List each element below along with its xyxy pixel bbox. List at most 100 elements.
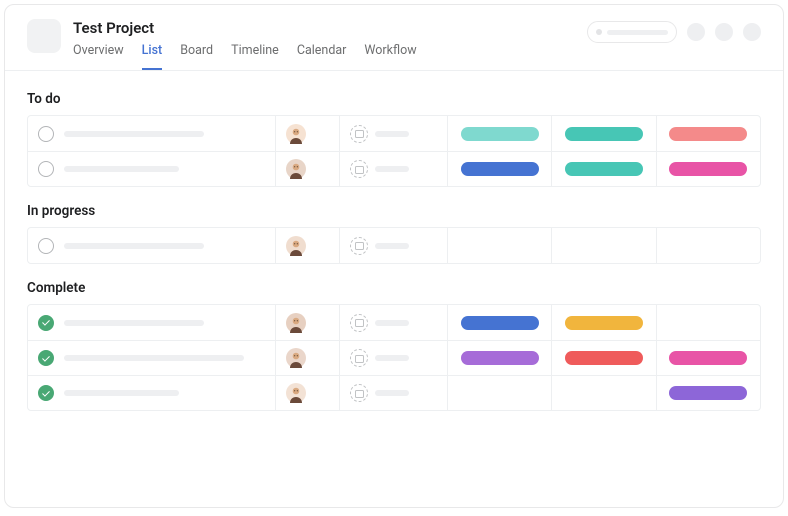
tag-pill[interactable] [669, 351, 747, 365]
tag-cell[interactable] [447, 152, 551, 186]
tag-cell[interactable] [551, 116, 655, 151]
task-name-placeholder[interactable] [64, 390, 179, 396]
task-row[interactable] [28, 116, 760, 151]
header: Test Project Overview List Board Timeline Ca… [5, 5, 783, 71]
tag-cell[interactable] [551, 228, 655, 263]
task-name-placeholder[interactable] [64, 131, 204, 137]
task-name-placeholder[interactable] [64, 166, 179, 172]
complete-check-icon[interactable] [38, 315, 54, 331]
assignee-avatar[interactable] [286, 236, 306, 256]
app-frame: Test Project Overview List Board Timeline Ca… [4, 4, 784, 508]
tab-list[interactable]: List [142, 43, 163, 70]
tag-pill[interactable] [461, 351, 539, 365]
assignee-avatar[interactable] [286, 313, 306, 333]
assignee-cell[interactable] [275, 376, 339, 410]
task-cell[interactable] [28, 152, 275, 186]
section-title[interactable]: To do [27, 91, 761, 107]
task-row[interactable] [28, 305, 760, 340]
due-date-cell[interactable] [339, 305, 447, 340]
assignee-cell[interactable] [275, 305, 339, 340]
header-action-1[interactable] [687, 23, 705, 41]
tag-cell[interactable] [551, 152, 655, 186]
task-row[interactable] [28, 228, 760, 263]
tag-cell[interactable] [551, 341, 655, 375]
task-cell[interactable] [28, 341, 275, 375]
calendar-icon [350, 125, 368, 143]
due-date-cell[interactable] [339, 228, 447, 263]
task-rows [27, 115, 761, 187]
task-cell[interactable] [28, 228, 275, 263]
section-title[interactable]: In progress [27, 203, 761, 219]
due-date-placeholder [375, 355, 409, 361]
task-cell[interactable] [28, 116, 275, 151]
calendar-icon [350, 384, 368, 402]
complete-check-icon[interactable] [38, 238, 54, 254]
tag-cell[interactable] [551, 305, 655, 340]
calendar-icon [350, 349, 368, 367]
tag-cell[interactable] [447, 305, 551, 340]
assignee-cell[interactable] [275, 341, 339, 375]
tag-cell[interactable] [447, 228, 551, 263]
assignee-avatar[interactable] [286, 348, 306, 368]
assignee-avatar[interactable] [286, 383, 306, 403]
project-title: Test Project [73, 19, 587, 37]
due-date-cell[interactable] [339, 152, 447, 186]
tag-cell[interactable] [447, 376, 551, 410]
tag-cell[interactable] [656, 228, 760, 263]
complete-check-icon[interactable] [38, 385, 54, 401]
tab-calendar[interactable]: Calendar [297, 43, 347, 70]
due-date-cell[interactable] [339, 116, 447, 151]
tag-pill[interactable] [669, 127, 747, 141]
tag-cell[interactable] [656, 341, 760, 375]
tab-workflow[interactable]: Workflow [364, 43, 416, 70]
task-name-placeholder[interactable] [64, 355, 244, 361]
tag-pill[interactable] [461, 127, 539, 141]
due-date-cell[interactable] [339, 376, 447, 410]
task-row[interactable] [28, 375, 760, 410]
tag-pill[interactable] [461, 162, 539, 176]
complete-check-icon[interactable] [38, 350, 54, 366]
assignee-cell[interactable] [275, 228, 339, 263]
tag-pill[interactable] [669, 386, 747, 400]
tag-pill[interactable] [669, 162, 747, 176]
section-title[interactable]: Complete [27, 280, 761, 296]
tag-cell[interactable] [656, 305, 760, 340]
tabs: Overview List Board Timeline Calendar Workflo… [73, 43, 587, 70]
task-name-placeholder[interactable] [64, 320, 204, 326]
tag-pill[interactable] [565, 162, 643, 176]
tag-cell[interactable] [551, 376, 655, 410]
task-row[interactable] [28, 151, 760, 186]
task-name-placeholder[interactable] [64, 243, 204, 249]
tag-cell[interactable] [447, 341, 551, 375]
assignee-cell[interactable] [275, 116, 339, 151]
tag-pill[interactable] [461, 316, 539, 330]
search-input[interactable] [587, 21, 677, 43]
task-rows [27, 227, 761, 264]
due-date-placeholder [375, 320, 409, 326]
tab-timeline[interactable]: Timeline [231, 43, 279, 70]
tag-cell[interactable] [447, 116, 551, 151]
content: To do In progress Complete [5, 71, 783, 411]
header-action-2[interactable] [715, 23, 733, 41]
tag-cell[interactable] [656, 152, 760, 186]
tag-cell[interactable] [656, 116, 760, 151]
tag-pill[interactable] [565, 351, 643, 365]
task-cell[interactable] [28, 376, 275, 410]
tag-pill[interactable] [565, 316, 643, 330]
task-row[interactable] [28, 340, 760, 375]
assignee-cell[interactable] [275, 152, 339, 186]
tag-cell[interactable] [656, 376, 760, 410]
search-icon [596, 29, 602, 35]
header-main: Test Project Overview List Board Timeline Ca… [73, 19, 587, 70]
tab-overview[interactable]: Overview [73, 43, 124, 70]
complete-check-icon[interactable] [38, 126, 54, 142]
complete-check-icon[interactable] [38, 161, 54, 177]
assignee-avatar[interactable] [286, 159, 306, 179]
assignee-avatar[interactable] [286, 124, 306, 144]
header-action-3[interactable] [743, 23, 761, 41]
task-cell[interactable] [28, 305, 275, 340]
tab-board[interactable]: Board [180, 43, 213, 70]
tag-pill[interactable] [565, 127, 643, 141]
project-icon[interactable] [27, 19, 61, 53]
due-date-cell[interactable] [339, 341, 447, 375]
